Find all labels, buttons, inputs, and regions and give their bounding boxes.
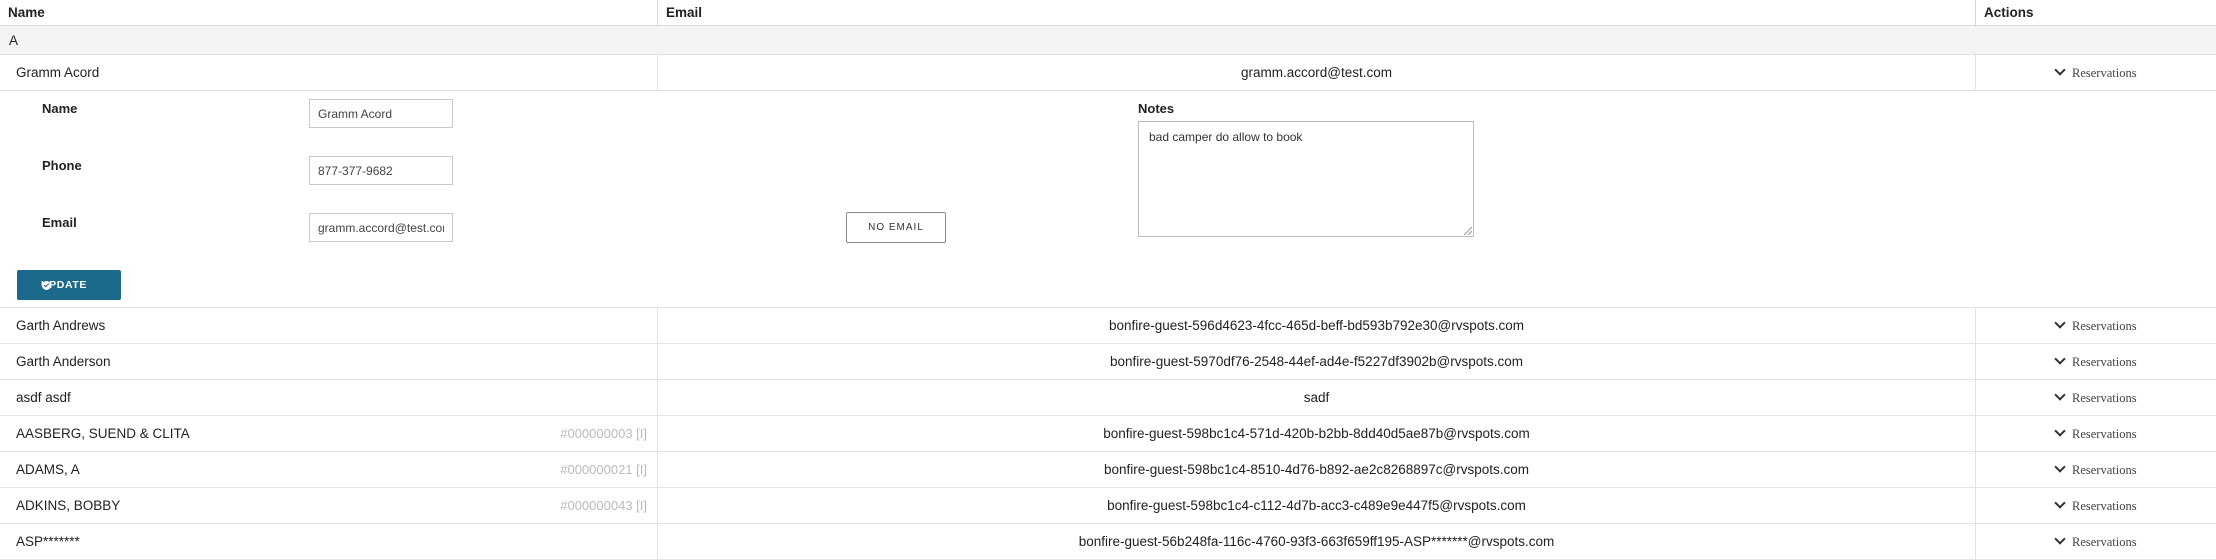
row-name: Garth Anderson xyxy=(16,354,111,369)
table-row[interactable]: Garth Andrews bonfire-guest-596d4623-4fc… xyxy=(0,308,2216,344)
reservations-toggle[interactable]: Reservations xyxy=(1975,55,2216,91)
phone-input[interactable] xyxy=(309,156,453,185)
no-email-button[interactable]: NO EMAIL xyxy=(846,212,946,243)
reservations-toggle[interactable]: Reservations xyxy=(1975,524,2216,560)
row-name: Garth Andrews xyxy=(16,318,106,333)
name-input[interactable] xyxy=(309,99,453,128)
notes-textarea[interactable]: bad camper do allow to book xyxy=(1138,121,1474,237)
chevron-down-icon xyxy=(2054,389,2066,401)
table-row[interactable]: ASP******* bonfire-guest-56b248fa-116c-4… xyxy=(0,524,2216,560)
guest-id: #000000003 [I] xyxy=(560,426,647,441)
row-name: asdf asdf xyxy=(16,390,71,405)
guest-id: #000000043 [I] xyxy=(560,498,647,513)
row-email: bonfire-guest-5970df76-2548-44ef-ad4e-f5… xyxy=(657,344,1975,380)
row-email: bonfire-guest-598bc1c4-c112-4d7b-acc3-c4… xyxy=(657,488,1975,524)
chevron-down-icon xyxy=(2054,64,2066,76)
email-input[interactable] xyxy=(309,213,453,242)
reservations-toggle[interactable]: Reservations xyxy=(1975,452,2216,488)
reservations-label: Reservations xyxy=(2072,66,2137,80)
guest-detail-panel: Name Phone Email NO EMAIL Notes bad camp… xyxy=(0,91,2216,308)
table-header: Name Email Actions xyxy=(0,0,2216,26)
row-email: sadf xyxy=(657,380,1975,416)
table-row[interactable]: Garth Anderson bonfire-guest-5970df76-25… xyxy=(0,344,2216,380)
row-email: bonfire-guest-598bc1c4-571d-420b-b2bb-8d… xyxy=(657,416,1975,452)
reservations-label: Reservations xyxy=(2072,355,2137,369)
row-email: bonfire-guest-598bc1c4-8510-4d76-b892-ae… xyxy=(657,452,1975,488)
guest-id: #000000021 [I] xyxy=(560,462,647,477)
row-name: AASBERG, SUEND & CLITA #000000003 [I] xyxy=(0,416,657,452)
reservations-label: Reservations xyxy=(2072,535,2137,549)
reservations-label: Reservations xyxy=(2072,499,2137,513)
chevron-down-icon xyxy=(2054,461,2066,473)
table-row[interactable]: AASBERG, SUEND & CLITA #000000003 [I] bon… xyxy=(0,416,2216,452)
name-field-label: Name xyxy=(42,101,78,116)
row-name: ADAMS, A #000000021 [I] xyxy=(0,452,657,488)
phone-field-label: Phone xyxy=(42,158,82,173)
row-name: ASP******* xyxy=(16,534,80,549)
reservations-label: Reservations xyxy=(2072,463,2137,477)
reservations-toggle[interactable]: Reservations xyxy=(1975,416,2216,452)
resize-grip-icon[interactable] xyxy=(1464,227,1472,235)
chevron-down-icon xyxy=(2054,533,2066,545)
reservations-label: Reservations xyxy=(2072,319,2137,333)
header-name[interactable]: Name xyxy=(0,0,657,26)
row-name: Gramm Acord xyxy=(16,65,100,80)
chevron-down-icon xyxy=(2054,425,2066,437)
reservations-label: Reservations xyxy=(2072,391,2137,405)
table-row[interactable]: ADKINS, BOBBY #000000043 [I] bonfire-gues… xyxy=(0,488,2216,524)
notes-text: bad camper do allow to book xyxy=(1149,130,1303,144)
reservations-toggle[interactable]: Reservations xyxy=(1975,308,2216,344)
reservations-label: Reservations xyxy=(2072,427,2137,441)
header-email[interactable]: Email xyxy=(657,0,1975,26)
header-actions: Actions xyxy=(1975,0,2216,26)
chevron-down-icon xyxy=(2054,317,2066,329)
email-field-label: Email xyxy=(42,215,77,230)
reservations-toggle[interactable]: Reservations xyxy=(1975,344,2216,380)
update-button[interactable]: UPDATE xyxy=(17,270,121,300)
chevron-down-icon xyxy=(2054,497,2066,509)
table-row[interactable]: asdf asdf sadf Reservations xyxy=(0,380,2216,416)
row-email: gramm.accord@test.com xyxy=(657,55,1975,91)
reservations-toggle[interactable]: Reservations xyxy=(1975,380,2216,416)
reservations-toggle[interactable]: Reservations xyxy=(1975,488,2216,524)
table-row-expanded[interactable]: Gramm Acord gramm.accord@test.com Reserv… xyxy=(0,55,2216,91)
row-email: bonfire-guest-596d4623-4fcc-465d-beff-bd… xyxy=(657,308,1975,344)
row-name: ADKINS, BOBBY #000000043 [I] xyxy=(0,488,657,524)
group-header: A xyxy=(0,26,2216,55)
notes-label: Notes xyxy=(1138,101,1175,116)
chevron-down-icon xyxy=(2054,353,2066,365)
check-circle-icon xyxy=(42,281,51,290)
table-row[interactable]: ADAMS, A #000000021 [I] bonfire-guest-598… xyxy=(0,452,2216,488)
row-email: bonfire-guest-56b248fa-116c-4760-93f3-66… xyxy=(657,524,1975,560)
